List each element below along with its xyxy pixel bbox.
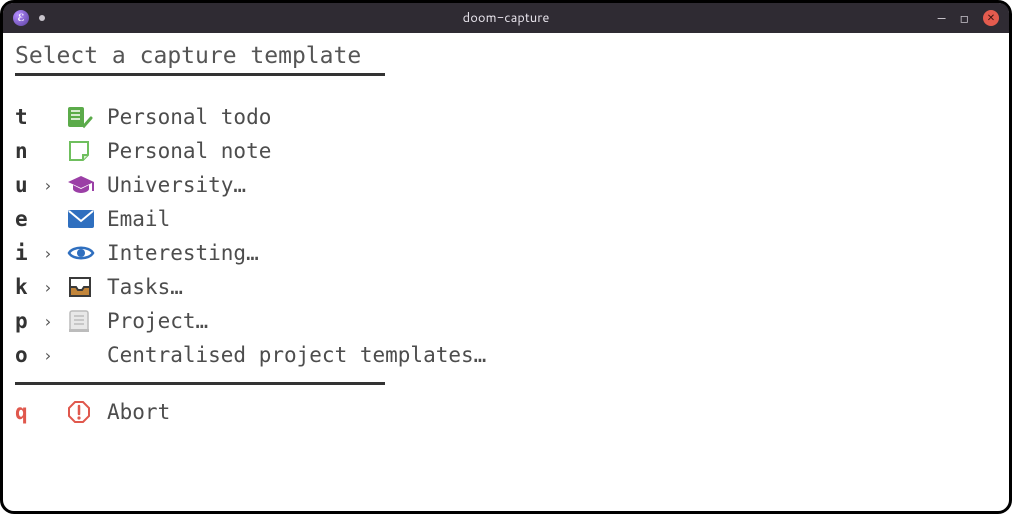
window-controls: – ▫ ✕ bbox=[938, 10, 999, 26]
template-row-tasks[interactable]: k › Tasks… bbox=[15, 270, 997, 304]
chevron-right-icon: › bbox=[43, 278, 67, 297]
key-t: t bbox=[15, 105, 43, 129]
todo-check-icon bbox=[67, 105, 107, 129]
label-project: Project… bbox=[107, 309, 208, 333]
chevron-right-icon: › bbox=[43, 176, 67, 195]
template-row-interesting[interactable]: i › Interesting… bbox=[15, 236, 997, 270]
label-abort: Abort bbox=[107, 400, 170, 424]
template-row-note[interactable]: n Personal note bbox=[15, 134, 997, 168]
key-u: u bbox=[15, 173, 43, 197]
template-row-university[interactable]: u › University… bbox=[15, 168, 997, 202]
key-i: i bbox=[15, 241, 43, 265]
key-e: e bbox=[15, 207, 43, 231]
template-row-todo[interactable]: t Personal todo bbox=[15, 100, 997, 134]
eye-icon bbox=[67, 244, 107, 262]
label-tasks: Tasks… bbox=[107, 275, 183, 299]
chevron-right-icon: › bbox=[43, 346, 67, 365]
inbox-icon bbox=[67, 275, 107, 299]
capture-content: Select a capture template t Personal tod… bbox=[3, 33, 1009, 441]
label-university: University… bbox=[107, 173, 246, 197]
label-centralised: Centralised project templates… bbox=[107, 343, 486, 367]
label-note: Personal note bbox=[107, 139, 271, 163]
envelope-icon bbox=[67, 209, 107, 229]
key-q: q bbox=[15, 400, 43, 424]
titlebar-left: ℰ bbox=[13, 10, 45, 26]
project-icon bbox=[67, 309, 107, 333]
abort-rule bbox=[15, 382, 385, 385]
template-row-centralised[interactable]: o › Centralised project templates… bbox=[15, 338, 997, 372]
key-k: k bbox=[15, 275, 43, 299]
close-button[interactable]: ✕ bbox=[983, 10, 999, 26]
maximize-button[interactable]: ▫ bbox=[960, 11, 970, 25]
key-n: n bbox=[15, 139, 43, 163]
label-email: Email bbox=[107, 207, 170, 231]
window-title: doom-capture bbox=[3, 9, 1009, 27]
template-row-project[interactable]: p › Project… bbox=[15, 304, 997, 338]
key-o: o bbox=[15, 343, 43, 367]
graduation-icon bbox=[67, 174, 107, 196]
key-p: p bbox=[15, 309, 43, 333]
label-interesting: Interesting… bbox=[107, 241, 259, 265]
abort-icon bbox=[67, 400, 107, 424]
titlebar: ℰ doom-capture – ▫ ✕ bbox=[3, 3, 1009, 33]
chevron-right-icon: › bbox=[43, 312, 67, 331]
abort-row[interactable]: q Abort bbox=[15, 395, 997, 429]
label-todo: Personal todo bbox=[107, 105, 271, 129]
minimize-button[interactable]: – bbox=[938, 11, 946, 25]
note-icon bbox=[67, 139, 107, 163]
emacs-app-icon: ℰ bbox=[13, 10, 29, 26]
chevron-right-icon: › bbox=[43, 244, 67, 263]
heading: Select a capture template bbox=[15, 43, 997, 69]
heading-rule bbox=[15, 73, 385, 76]
modified-dot-icon bbox=[39, 15, 45, 21]
template-row-email[interactable]: e Email bbox=[15, 202, 997, 236]
